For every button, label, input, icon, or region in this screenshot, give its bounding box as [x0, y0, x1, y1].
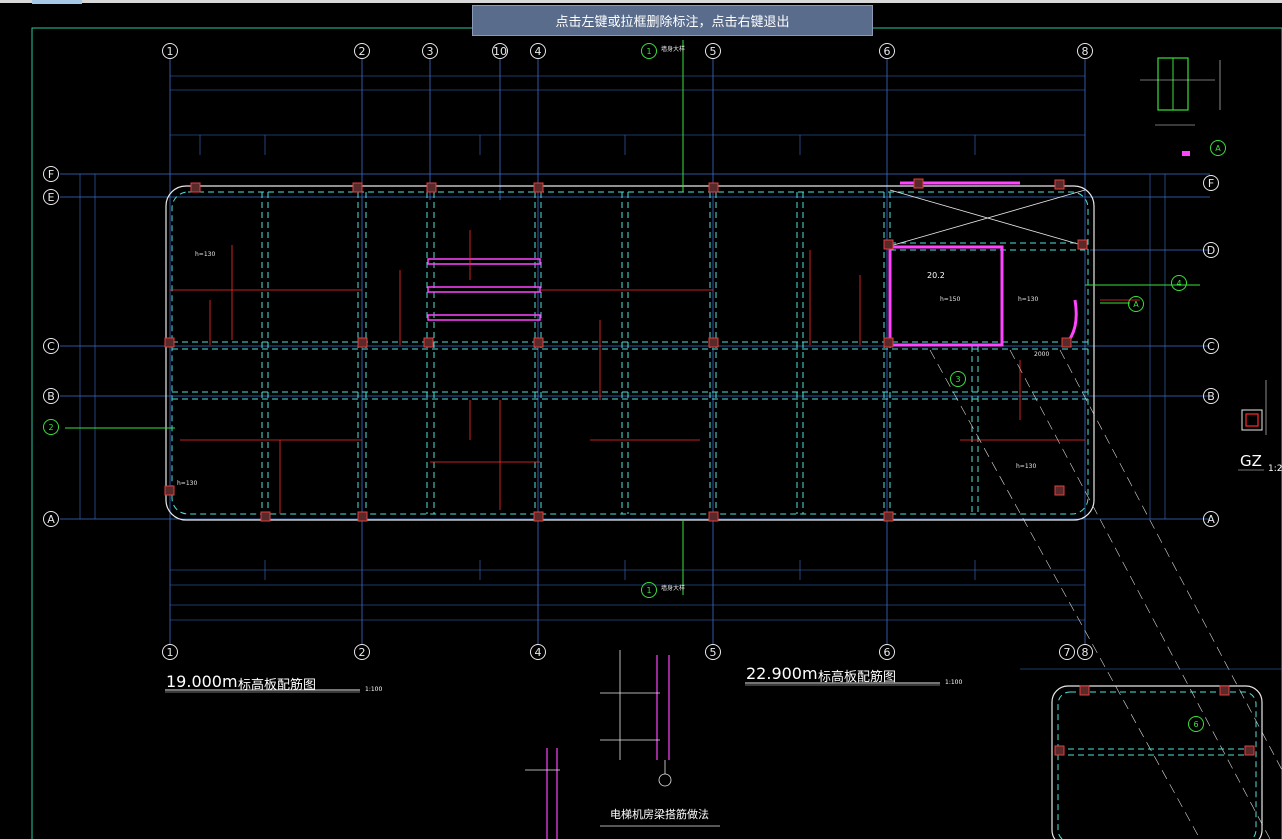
dimension-value: 2000 — [1034, 351, 1050, 358]
slab-thickness: h=130 — [1016, 463, 1037, 470]
grid-bubble-row: B — [43, 388, 59, 404]
grid-bubble-col: 7 — [1059, 644, 1075, 660]
grid-bubble-row: C — [43, 338, 59, 354]
grid-bubble-row: A — [43, 511, 59, 527]
slab-level: 20.2 — [927, 271, 945, 280]
grid-lines-vertical — [169, 58, 1086, 645]
stair-bars — [427, 258, 541, 321]
left-sheet-title: 19.000m — [166, 672, 238, 691]
grid-bubble-row: B — [1203, 388, 1219, 404]
section-mark: 6 — [1188, 716, 1204, 732]
right-sheet-subtitle: 标高板配筋图 — [818, 670, 897, 685]
grid-bubble-row: A — [1203, 511, 1219, 527]
grid-bubble-col: 4 — [530, 644, 546, 660]
section-callouts — [65, 40, 1200, 595]
grid-bubble-col: 1 — [162, 644, 178, 660]
grid-bubble-col: 5 — [705, 644, 721, 660]
section-mark: 3 — [950, 371, 966, 387]
left-sheet-scale: 1:100 — [365, 686, 383, 693]
right-sheet-scale: 1:100 — [945, 679, 963, 686]
section-mark: A — [1210, 140, 1226, 156]
grid-lines-horizontal — [60, 173, 1210, 520]
rebar-lines — [170, 230, 1140, 514]
slab-edge-beam — [171, 191, 1089, 515]
grid-bubble-col: 10 — [492, 43, 508, 59]
section-mark: 2 — [43, 419, 59, 435]
grid-bubble-col: 8 — [1077, 644, 1093, 660]
detail-title: 电梯机房梁搭筋做法 — [610, 808, 709, 821]
right-plan-beam — [1057, 691, 1257, 839]
command-prompt-banner: 点击左键或拉框删除标注，点击右键退出 — [472, 5, 873, 36]
right-plan-columns — [1054, 685, 1255, 756]
right-sheet-title: 22.900m — [746, 664, 818, 683]
beam-lines — [172, 192, 1088, 514]
grid-bubble-col: 6 — [879, 644, 895, 660]
grid-bubble-col: 3 — [422, 43, 438, 59]
left-sheet-subtitle: 标高板配筋图 — [238, 678, 317, 693]
grid-bubble-col: 4 — [530, 43, 546, 59]
grid-bubble-col: 6 — [879, 43, 895, 59]
cut-label: 墙身大样 — [661, 46, 686, 53]
section-mark: 1 — [641, 43, 657, 59]
grid-bubble-row: D — [1203, 242, 1219, 258]
grid-bubble-col: 1 — [162, 43, 178, 59]
grid-bubble-row: F — [1203, 175, 1219, 191]
gz-scale: 1:20 — [1268, 464, 1282, 474]
columns — [164, 178, 1088, 522]
section-mark: A — [1128, 296, 1144, 312]
diagonal-guides — [929, 349, 1282, 839]
wall-detail-topright — [1140, 57, 1221, 156]
gz-label: GZ — [1240, 452, 1262, 470]
slab-outline — [165, 185, 1095, 521]
section-mark: 1 — [641, 582, 657, 598]
cad-canvas[interactable] — [0, 0, 1282, 839]
slab-thickness: h=130 — [177, 480, 198, 487]
grid-bubble-col: 2 — [354, 43, 370, 59]
grid-bubble-col: 2 — [354, 644, 370, 660]
grid-bubble-col: 5 — [705, 43, 721, 59]
detail-lines — [525, 650, 720, 827]
cut-label: 墙身大样 — [661, 585, 686, 592]
section-mark: 4 — [1171, 275, 1187, 291]
slab-thickness: h=130 — [195, 251, 216, 258]
grid-bubble-row: E — [43, 189, 59, 205]
slab-thickness: h=150 — [940, 296, 961, 303]
grid-bubble-row: F — [43, 166, 59, 182]
grid-bubble-col: 8 — [1077, 43, 1093, 59]
right-plan-outline — [1051, 685, 1263, 839]
grid-bubble-row: C — [1203, 338, 1219, 354]
slab-thickness: h=130 — [1018, 296, 1039, 303]
